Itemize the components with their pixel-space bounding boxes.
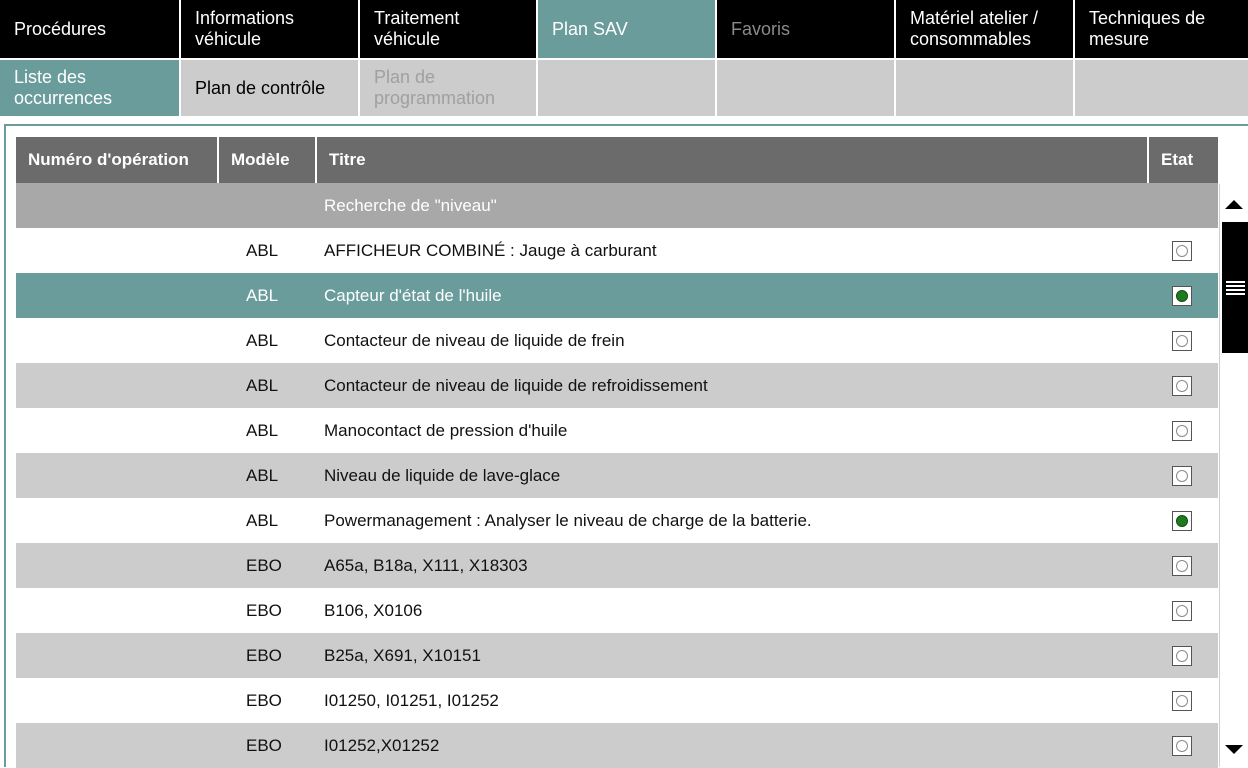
tab-vehicle-treatment[interactable]: Traitement véhicule xyxy=(360,0,538,58)
row-state[interactable] xyxy=(1172,408,1192,453)
row-model: ABL xyxy=(246,465,279,485)
row-state[interactable] xyxy=(1172,363,1192,408)
column-header-state[interactable]: Etat xyxy=(1149,137,1218,183)
table-row[interactable]: ABL AFFICHEUR COMBINÉ : Jauge à carburan… xyxy=(16,228,1218,273)
row-model: ABL xyxy=(246,330,279,350)
status-pending-icon xyxy=(1172,330,1192,351)
status-pending-icon xyxy=(1172,555,1192,576)
tab-vehicle-info[interactable]: Informations véhicule xyxy=(181,0,360,58)
tab-inspection-plan[interactable]: Plan de contrôle xyxy=(181,58,360,116)
row-model: ABL xyxy=(246,240,279,260)
table-row[interactable]: EBO I01252,X01252 xyxy=(16,723,1218,768)
main-tab-bar: Procédures Informations véhicule Traitem… xyxy=(0,0,1248,58)
status-done-icon xyxy=(1172,285,1192,306)
row-state[interactable] xyxy=(1172,588,1192,633)
status-pending-icon xyxy=(1172,375,1192,396)
table-row[interactable]: EBO B106, X0106 xyxy=(16,588,1218,633)
row-state[interactable] xyxy=(1172,678,1192,723)
tab-empty-4 xyxy=(1075,58,1248,116)
sub-tab-bar: Liste des occurrences Plan de contrôle P… xyxy=(0,58,1248,116)
tab-procedures[interactable]: Procédures xyxy=(0,0,181,58)
status-done-icon xyxy=(1172,510,1192,531)
row-title: Contacteur de niveau de liquide de frein xyxy=(324,330,625,350)
row-state[interactable] xyxy=(1172,723,1192,768)
table-row[interactable]: ABL Manocontact de pression d'huile xyxy=(16,408,1218,453)
row-model: EBO xyxy=(246,600,282,620)
tab-empty-2 xyxy=(717,58,896,116)
table-header: Numéro d'opération Modèle Titre Etat xyxy=(16,137,1218,183)
arrow-up-icon xyxy=(1225,199,1243,209)
status-pending-icon xyxy=(1172,240,1192,261)
row-title: I01252,X01252 xyxy=(324,735,440,755)
row-model: ABL xyxy=(246,420,279,440)
row-state[interactable] xyxy=(1172,318,1192,363)
row-title: Powermanagement : Analyser le niveau de … xyxy=(324,510,812,530)
table-row[interactable]: ABL Contacteur de niveau de liquide de r… xyxy=(16,363,1218,408)
table-row[interactable]: EBO A65a, B18a, X111, X18303 xyxy=(16,543,1218,588)
grip-lines-icon xyxy=(1226,280,1245,295)
row-title: Contacteur de niveau de liquide de refro… xyxy=(324,375,708,395)
scroll-up-button[interactable] xyxy=(1220,186,1248,222)
search-group-row: Recherche de "niveau" xyxy=(16,183,1218,228)
row-state[interactable] xyxy=(1172,543,1192,588)
row-state[interactable] xyxy=(1172,498,1192,543)
row-model: ABL xyxy=(246,375,279,395)
scroll-down-button[interactable] xyxy=(1220,731,1248,767)
tab-empty-1 xyxy=(538,58,717,116)
status-pending-icon xyxy=(1172,600,1192,621)
arrow-down-icon xyxy=(1225,744,1243,754)
tab-workshop-equipment[interactable]: Matériel atelier / consommables xyxy=(896,0,1075,58)
row-title: B106, X0106 xyxy=(324,600,423,620)
status-pending-icon xyxy=(1172,645,1192,666)
status-pending-icon xyxy=(1172,735,1192,756)
table-row[interactable]: ABL Niveau de liquide de lave-glace xyxy=(16,453,1218,498)
status-pending-icon xyxy=(1172,420,1192,441)
column-header-title[interactable]: Titre xyxy=(317,137,1149,183)
table-row[interactable]: EBO B25a, X691, X10151 xyxy=(16,633,1218,678)
row-title: Manocontact de pression d'huile xyxy=(324,420,568,440)
table-row-selected[interactable]: ABL Capteur d'état de l'huile xyxy=(16,273,1218,318)
table-row[interactable]: EBO I01250, I01251, I01252 xyxy=(16,678,1218,723)
row-state[interactable] xyxy=(1172,273,1192,318)
row-state[interactable] xyxy=(1172,453,1192,498)
row-title: AFFICHEUR COMBINÉ : Jauge à carburant xyxy=(324,240,657,260)
row-state[interactable] xyxy=(1172,228,1192,273)
status-pending-icon xyxy=(1172,465,1192,486)
status-pending-icon xyxy=(1172,690,1192,711)
row-title: I01250, I01251, I01252 xyxy=(324,690,499,710)
row-model: EBO xyxy=(246,645,282,665)
tab-measurement-techniques[interactable]: Techniques de mesure xyxy=(1075,0,1248,58)
column-header-operation[interactable]: Numéro d'opération xyxy=(16,137,219,183)
tab-empty-3 xyxy=(896,58,1075,116)
tab-service-plan[interactable]: Plan SAV xyxy=(538,0,717,58)
tab-occurrence-list[interactable]: Liste des occurrences xyxy=(0,58,181,116)
row-title: B25a, X691, X10151 xyxy=(324,645,481,665)
row-model: ABL xyxy=(246,285,279,305)
search-label: Recherche de "niveau" xyxy=(324,195,497,215)
row-title: Capteur d'état de l'huile xyxy=(324,285,502,305)
column-header-model[interactable]: Modèle xyxy=(219,137,317,183)
scrollbar-thumb[interactable] xyxy=(1222,222,1248,353)
row-title: A65a, B18a, X111, X18303 xyxy=(324,555,528,575)
row-state[interactable] xyxy=(1172,633,1192,678)
row-model: EBO xyxy=(246,690,282,710)
tab-favorites: Favoris xyxy=(717,0,896,58)
table-row[interactable]: ABL Powermanagement : Analyser le niveau… xyxy=(16,498,1218,543)
row-model: EBO xyxy=(246,555,282,575)
table-row[interactable]: ABL Contacteur de niveau de liquide de f… xyxy=(16,318,1218,363)
row-title: Niveau de liquide de lave-glace xyxy=(324,465,561,485)
vertical-scrollbar[interactable] xyxy=(1219,184,1248,767)
tab-programming-plan: Plan de programmation xyxy=(360,58,538,116)
row-model: ABL xyxy=(246,510,279,530)
row-model: EBO xyxy=(246,735,282,755)
